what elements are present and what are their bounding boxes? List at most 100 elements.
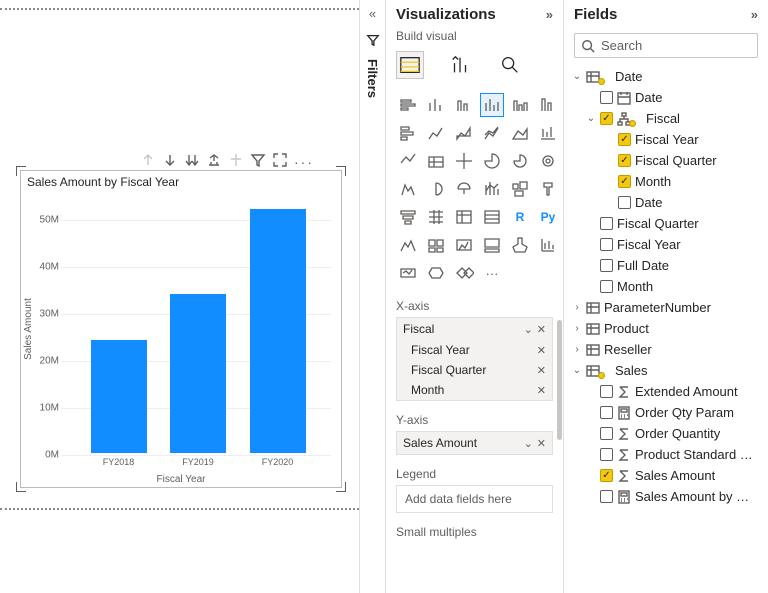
xaxis-field[interactable]: Fiscal Year — [411, 343, 470, 357]
focus-mode-icon[interactable] — [272, 152, 288, 171]
viz-type-option[interactable] — [480, 121, 504, 145]
tree-row[interactable]: Order Qty Param — [570, 402, 762, 423]
tree-row[interactable]: ✓Month — [570, 171, 762, 192]
tree-row[interactable]: ✓Sales Amount — [570, 465, 762, 486]
checkbox[interactable]: ✓ — [618, 175, 631, 188]
viz-type-option[interactable] — [508, 149, 532, 173]
remove-field-icon[interactable]: ✕ — [537, 364, 546, 377]
viz-type-option[interactable]: R — [508, 205, 532, 229]
tree-row[interactable]: Month — [570, 276, 762, 297]
checkbox[interactable] — [600, 385, 613, 398]
viz-type-option[interactable] — [396, 205, 420, 229]
viz-type-option[interactable] — [480, 233, 504, 257]
viz-type-option[interactable] — [424, 205, 448, 229]
remove-field-icon[interactable]: ✕ — [537, 384, 546, 397]
viz-type-option[interactable] — [452, 149, 476, 173]
viz-type-option[interactable] — [536, 121, 560, 145]
build-visual-tab[interactable] — [396, 51, 424, 79]
collapse-fields-icon[interactable]: » — [751, 7, 758, 22]
viz-type-option[interactable] — [480, 149, 504, 173]
viz-type-option[interactable] — [424, 261, 448, 285]
viz-type-option[interactable] — [424, 93, 448, 117]
filters-pane-collapsed[interactable]: « Filters — [360, 0, 386, 593]
tree-row[interactable]: Product Standard Cost — [570, 444, 762, 465]
viz-type-option[interactable] — [424, 121, 448, 145]
checkbox[interactable] — [600, 259, 613, 272]
viz-type-option[interactable] — [508, 121, 532, 145]
checkbox[interactable]: ✓ — [600, 112, 613, 125]
checkbox[interactable]: ✓ — [618, 154, 631, 167]
tree-row[interactable]: Extended Amount — [570, 381, 762, 402]
xaxis-field[interactable]: Fiscal Quarter — [411, 363, 486, 377]
drill-down-icon[interactable] — [162, 152, 178, 171]
expand-next-icon[interactable] — [184, 152, 200, 171]
viz-type-option[interactable] — [452, 93, 476, 117]
remove-field-icon[interactable]: ✕ — [537, 323, 546, 336]
viz-type-option[interactable] — [536, 149, 560, 173]
report-canvas[interactable]: ··· Sales Amount by Fiscal Year Sales Am… — [0, 0, 360, 593]
tree-row[interactable]: ⌄Date — [570, 66, 762, 87]
more-options-icon[interactable]: ··· — [294, 154, 314, 170]
checkbox[interactable]: ✓ — [600, 469, 613, 482]
viz-type-option[interactable] — [452, 233, 476, 257]
viz-type-option[interactable] — [452, 177, 476, 201]
viz-type-option[interactable] — [424, 233, 448, 257]
bar-chart-visual[interactable]: Sales Amount by Fiscal Year Sales Amount… — [20, 170, 342, 488]
viz-type-option[interactable] — [424, 177, 448, 201]
bar[interactable] — [250, 209, 306, 453]
checkbox[interactable] — [600, 238, 613, 251]
viz-type-option[interactable] — [508, 93, 532, 117]
checkbox[interactable]: ✓ — [618, 133, 631, 146]
viz-type-option[interactable] — [396, 121, 420, 145]
tree-row[interactable]: ›ParameterNumber — [570, 297, 762, 318]
remove-field-icon[interactable]: ✕ — [537, 344, 546, 357]
bar[interactable] — [91, 340, 147, 453]
tree-row[interactable]: Order Quantity — [570, 423, 762, 444]
viz-type-option[interactable] — [536, 93, 560, 117]
tree-row[interactable]: ›Reseller — [570, 339, 762, 360]
viz-type-option[interactable] — [480, 205, 504, 229]
tree-row[interactable]: Full Date — [570, 255, 762, 276]
bar[interactable] — [170, 294, 226, 453]
tree-row[interactable]: Fiscal Year — [570, 234, 762, 255]
drill-through-icon[interactable] — [228, 152, 244, 171]
viz-type-option[interactable] — [508, 177, 532, 201]
scrollbar[interactable] — [557, 320, 562, 440]
viz-type-option[interactable] — [396, 177, 420, 201]
checkbox[interactable] — [600, 406, 613, 419]
tree-row[interactable]: ✓Fiscal Year — [570, 129, 762, 150]
checkbox[interactable] — [600, 490, 613, 503]
tree-row[interactable]: Date — [570, 192, 762, 213]
filter-icon[interactable] — [250, 152, 266, 171]
viz-type-option[interactable]: ··· — [480, 261, 504, 285]
checkbox[interactable] — [600, 217, 613, 230]
tree-row[interactable]: ✓Fiscal Quarter — [570, 150, 762, 171]
viz-type-option[interactable] — [480, 177, 504, 201]
viz-type-option[interactable] — [424, 149, 448, 173]
viz-type-option[interactable] — [396, 233, 420, 257]
viz-type-option[interactable] — [536, 233, 560, 257]
yaxis-well[interactable]: Sales Amount ⌄ ✕ — [396, 431, 553, 455]
chevron-down-icon[interactable]: ⌄ — [524, 437, 533, 450]
viz-type-option[interactable] — [396, 93, 420, 117]
remove-field-icon[interactable]: ✕ — [537, 437, 546, 450]
viz-type-option[interactable] — [452, 121, 476, 145]
viz-type-option[interactable] — [396, 261, 420, 285]
viz-type-option[interactable] — [536, 177, 560, 201]
expand-filters-icon[interactable]: « — [369, 6, 376, 21]
tree-row[interactable]: Date — [570, 87, 762, 108]
collapse-viz-icon[interactable]: » — [546, 7, 553, 22]
viz-type-option[interactable] — [452, 205, 476, 229]
checkbox[interactable] — [618, 196, 631, 209]
yaxis-field[interactable]: Sales Amount — [403, 436, 477, 450]
tree-row[interactable]: Fiscal Quarter — [570, 213, 762, 234]
tree-row[interactable]: ⌄Sales — [570, 360, 762, 381]
viz-type-option[interactable]: Py — [536, 205, 560, 229]
checkbox[interactable] — [600, 427, 613, 440]
xaxis-well[interactable]: Fiscal ⌄✕ Fiscal Year✕ Fiscal Quarter✕ M… — [396, 317, 553, 401]
checkbox[interactable] — [600, 91, 613, 104]
viz-type-option[interactable] — [452, 261, 476, 285]
analytics-tab[interactable] — [496, 51, 524, 79]
checkbox[interactable] — [600, 448, 613, 461]
legend-well-placeholder[interactable]: Add data fields here — [396, 485, 553, 513]
